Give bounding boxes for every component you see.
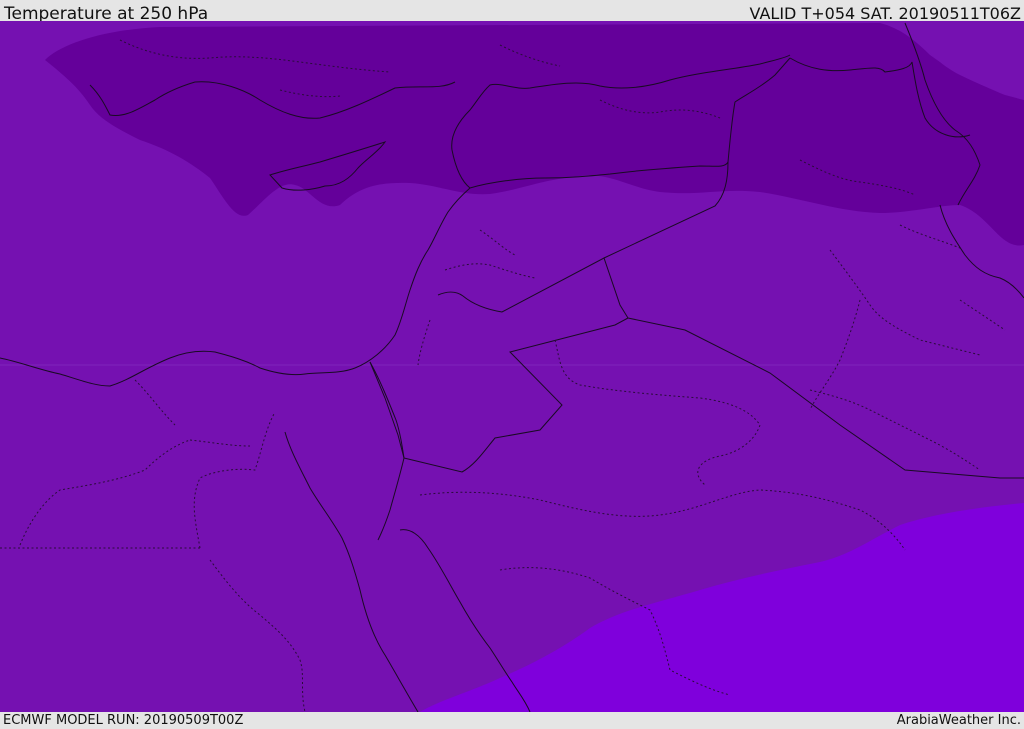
- model-run-label: ECMWF MODEL RUN: 20190509T00Z: [3, 713, 244, 728]
- map-canvas: [0, 21, 1024, 712]
- temperature-map: [0, 21, 1024, 712]
- provider-credit: ArabiaWeather Inc.: [896, 713, 1021, 728]
- header-bar: Temperature at 250 hPa VALID T+054 SAT. …: [0, 0, 1024, 24]
- footer-bar: ECMWF MODEL RUN: 20190509T00Z ArabiaWeat…: [0, 712, 1024, 729]
